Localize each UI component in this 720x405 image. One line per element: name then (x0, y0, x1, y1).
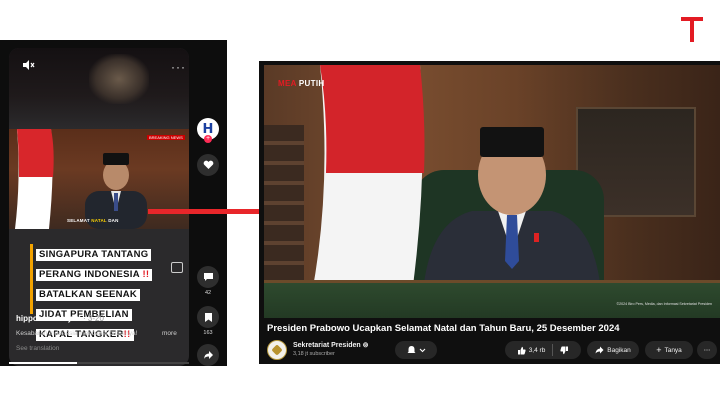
post-author[interactable]: hippoacademy.id · 3-20 (16, 314, 104, 323)
youtube-video-player[interactable]: MEA PUTIH ©2024 Biro Pers, Media, dan In… (264, 65, 720, 318)
channel-action-bar: Sekretariat Presiden ⊚ 3,18 jt subscribe… (265, 338, 717, 362)
post-date: · 3-20 (83, 314, 104, 323)
headline-line-2-text: PERANG INDONESIA (39, 269, 140, 280)
like-button[interactable] (196, 154, 220, 178)
share-icon (595, 346, 604, 354)
headline-line-3: BATALKAN SEENAK (36, 289, 141, 301)
desk-top (264, 283, 720, 318)
heart-icon (203, 160, 213, 169)
video-progress-bar[interactable] (9, 362, 189, 364)
watermark-prefix: MEA (278, 79, 297, 88)
blurred-video-top (9, 48, 189, 128)
see-translation-link[interactable]: See translation (16, 345, 59, 352)
plus-icon: + (656, 345, 662, 355)
president-figure (422, 127, 602, 305)
more-link[interactable]: more (162, 330, 177, 337)
comment-icon (203, 273, 213, 281)
like-dislike-group: 3,4 rb (505, 341, 581, 359)
channel-avatar[interactable] (267, 340, 287, 360)
more-options-icon[interactable]: ··· (171, 60, 186, 74)
video-credit: ©2024 Biro Pers, Media, dan Informasi Se… (616, 302, 712, 306)
video-progress-fill (9, 362, 78, 364)
share-button-yt[interactable]: Bagikan (587, 341, 639, 359)
headline-line-2: PERANG INDONESIA !! (36, 269, 153, 281)
thumbs-up-icon[interactable] (517, 346, 526, 355)
bookmark-icon (204, 312, 212, 322)
ask-button[interactable]: + Tanya (645, 341, 693, 359)
caption-highlight: NATAL (91, 218, 107, 223)
comment-button[interactable]: 42 (196, 266, 220, 296)
video-watermark-logo: MEA PUTIH (278, 79, 324, 88)
save-button[interactable]: 163 (196, 306, 220, 336)
comparison-page: ··· BREAKING NEWS SELAMAT NATAL DAN SING… (0, 0, 720, 405)
more-actions-button[interactable]: ⋯ (697, 341, 717, 359)
video-headline: SINGAPURA TANTANG PERANG INDONESIA !! BA… (30, 244, 183, 344)
indonesian-flag (15, 129, 54, 229)
like-divider (552, 344, 554, 356)
notification-bell-button[interactable] (395, 341, 437, 359)
follow-plus-icon[interactable]: + (204, 135, 212, 143)
thumbnail-caption: SELAMAT NATAL DAN (67, 218, 119, 223)
subscriber-count: 3,18 jt subscriber (293, 351, 335, 357)
chevron-down-icon (419, 348, 425, 352)
indonesian-flag-large (312, 65, 425, 293)
like-count-label[interactable]: 3,4 rb (529, 347, 546, 354)
post-description: Kesabaran Indonesia mencapai batasnya! (16, 330, 138, 337)
brand-t-logo-icon (681, 17, 703, 42)
ask-label: Tanya (664, 346, 682, 354)
save-count: 163 (203, 330, 213, 336)
more-actions-icon: ⋯ (703, 347, 711, 354)
headline-line-1: SINGAPURA TANTANG (36, 249, 152, 261)
youtube-screenshot: MEA PUTIH ©2024 Biro Pers, Media, dan In… (259, 61, 720, 364)
mute-icon[interactable] (21, 58, 35, 72)
caption-post: DAN (108, 218, 119, 223)
caption-pre: SELAMAT (67, 218, 90, 223)
username[interactable]: hippoacademy.id (16, 314, 81, 323)
channel-name[interactable]: Sekretariat Presiden ⊚ (293, 341, 369, 349)
share-label: Bagikan (607, 346, 631, 354)
comment-count: 42 (204, 290, 212, 296)
headline-line-2-marks: !! (142, 269, 150, 280)
copy-icon[interactable] (171, 262, 183, 273)
watermark-text: PUTIH (298, 79, 325, 88)
share-button[interactable]: 86 (196, 344, 220, 366)
creator-avatar-button[interactable]: H + (196, 118, 220, 143)
thumbs-down-icon[interactable] (560, 346, 569, 355)
share-arrow-icon (203, 351, 213, 359)
headline-accent-bar (30, 244, 33, 314)
bell-icon (407, 346, 415, 353)
bookshelf (264, 125, 304, 295)
video-title: Presiden Prabowo Ucapkan Selamat Natal d… (267, 323, 620, 334)
live-tag: BREAKING NEWS (147, 135, 185, 140)
